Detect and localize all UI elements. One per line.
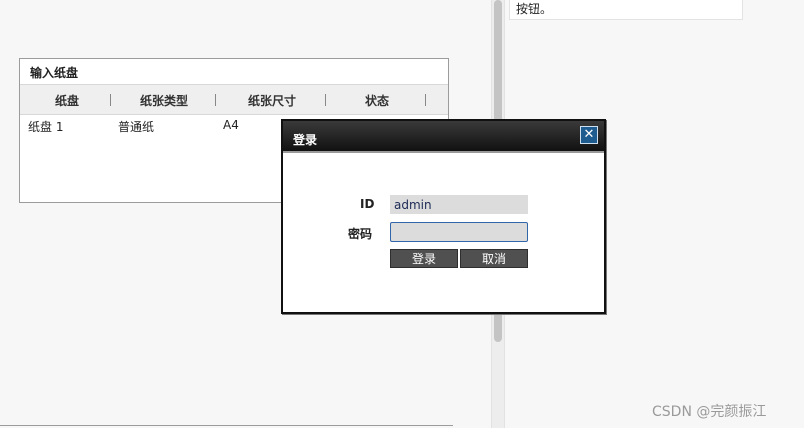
dialog-titlebar[interactable]: 登录 ✕ (283, 121, 604, 151)
cancel-button[interactable]: 取消 (460, 249, 528, 268)
column-header-paper-size[interactable]: 纸张尺寸 (248, 92, 296, 109)
watermark: CSDN @完颜振江 (652, 404, 767, 420)
cell-tray: 纸盘 1 (28, 120, 64, 134)
password-label: 密码 (348, 227, 373, 241)
column-separator (425, 94, 426, 106)
column-separator (325, 94, 326, 106)
tray-panel-title: 输入纸盘 (30, 66, 79, 80)
login-button[interactable]: 登录 (390, 249, 458, 268)
bottom-divider (0, 425, 453, 426)
titlebar-separator (283, 151, 604, 153)
password-input[interactable] (390, 222, 528, 242)
column-separator (110, 94, 111, 106)
login-dialog: 登录 ✕ ID 密码 登录 取消 (281, 119, 606, 314)
note-text: 按钮。 (516, 2, 553, 16)
cell-paper-type: 普通纸 (118, 120, 155, 134)
dialog-title: 登录 (293, 133, 318, 147)
tray-table-header: 纸盘 纸张类型 纸张尺寸 状态 (20, 84, 448, 115)
column-header-tray[interactable]: 纸盘 (55, 92, 79, 109)
id-input[interactable] (390, 195, 528, 214)
close-button[interactable]: ✕ (580, 126, 598, 144)
close-icon: ✕ (583, 127, 595, 142)
id-label: ID (360, 197, 375, 211)
column-separator (215, 94, 216, 106)
cell-paper-size: A4 (223, 118, 239, 132)
column-header-paper-type[interactable]: 纸张类型 (140, 92, 188, 109)
note-box: 按钮。 (509, 0, 743, 20)
column-header-status[interactable]: 状态 (365, 92, 389, 109)
